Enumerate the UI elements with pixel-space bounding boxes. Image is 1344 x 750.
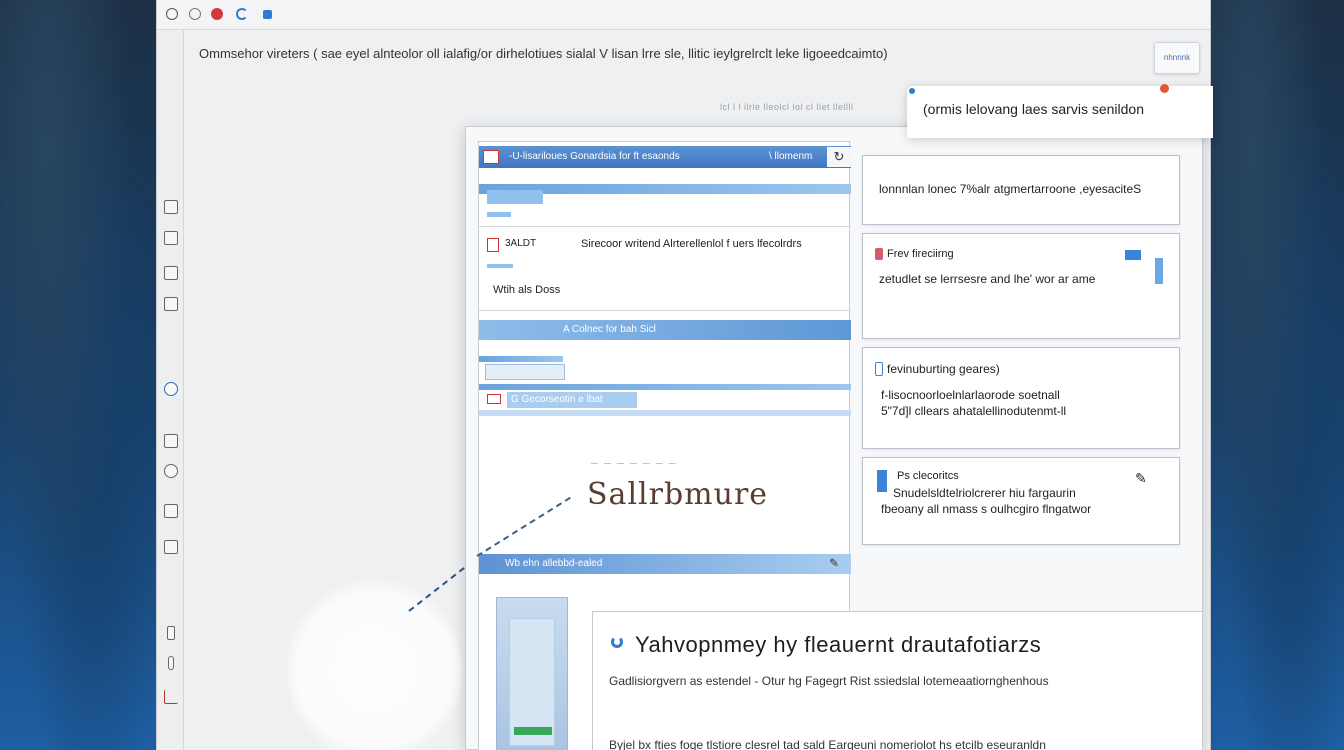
tooltip: (ormis lelovang laes sarvis senildon (907, 84, 1213, 138)
notification-dot-icon (1160, 84, 1169, 93)
cards-column: lonnnlan lonec 7%alr atgmertarroone ,eye… (862, 141, 1192, 571)
app-window: Ommsehor vireters ( sae eyel alnteolor o… (156, 0, 1213, 750)
card-text: 5"7d]l cllears ahatalellinodutenmt-ll (881, 404, 1067, 418)
pen-icon[interactable]: ✎ (1135, 470, 1147, 487)
flag-icon[interactable] (164, 540, 178, 554)
light-glare (287, 575, 462, 750)
doc-icon (875, 362, 883, 376)
left-toolbar (157, 30, 184, 750)
article-body: Byjel bx fties foge tlstiore clesrel tad… (609, 738, 1046, 750)
thumbnail-strip[interactable] (496, 597, 568, 750)
info-card[interactable]: fevinuburting geares) f-lisocnoorloelnla… (862, 347, 1180, 449)
blue-square-icon[interactable] (263, 10, 272, 19)
group-header-label: A Colnec for bah Sicl (563, 324, 656, 335)
photo-icon[interactable] (164, 504, 178, 518)
row-text[interactable]: Sirecoor writend Alrterellenlol f uers l… (581, 238, 802, 250)
article-body: Gadlisiorgvern as estendel - Otur hg Fag… (609, 674, 1049, 688)
target-icon[interactable] (189, 8, 201, 20)
window-icon[interactable] (164, 231, 178, 245)
desktop-background-left (0, 0, 156, 750)
flag-icon[interactable] (1125, 250, 1141, 260)
signature-dash: — — — — — — — (591, 460, 678, 467)
copy-icon[interactable] (164, 200, 178, 214)
row-underline (487, 264, 513, 268)
row-divider (479, 226, 851, 227)
input-box[interactable] (485, 364, 565, 380)
row-highlight (479, 410, 851, 416)
card-text: lonnnlan lonec 7%alr atgmertarroone ,eye… (879, 182, 1142, 196)
content-panel: -U-lisariloues Gonardsia for ft esaonds … (465, 126, 1203, 750)
info-card[interactable]: Frev fireciirng zetudlet se lerrsesre an… (862, 233, 1180, 339)
row-action[interactable]: Wtih als Doss (493, 284, 560, 296)
tag-icon (875, 248, 883, 260)
card-text: Snudelsldtelriolcrerer hiu fargaurin (893, 486, 1076, 500)
card-text: fbeoany all nmass s oulhcgiro flngatwor (881, 502, 1092, 516)
list-header: -U-lisariloues Gonardsia for ft esaonds … (479, 146, 851, 168)
faint-caption: lcl l l ilrle lleolcl lol cl llet llelll… (720, 102, 854, 112)
record-icon[interactable] (211, 8, 223, 20)
thumbnail[interactable] (509, 618, 555, 746)
list-header-title: -U-lisariloues Gonardsia for ft esaonds (509, 151, 680, 162)
tag-icon (483, 150, 499, 164)
bottom-strip-label: Wb ehn allebbd-ealed (505, 558, 603, 569)
slider-handle[interactable] (1155, 258, 1163, 284)
top-right-button[interactable]: nhnnnk (1154, 42, 1200, 74)
title-bar (157, 0, 1210, 30)
selection-marker (479, 356, 563, 362)
group-header-label: G Gecorseotin e lbat (511, 394, 603, 405)
circle-outline-icon[interactable] (164, 464, 178, 478)
header-description: Ommsehor vireters ( sae eyel alnteolor o… (199, 46, 888, 61)
row-tag: 3ALDT (505, 238, 537, 249)
article-preview: Yahvopnmey hy fleauernt drautafotiarzs G… (592, 611, 1202, 750)
refresh-icon[interactable] (236, 8, 248, 20)
card-text: zetudlet se lerrsesre and lhe' wor ar am… (879, 272, 1096, 286)
progress-bar (514, 727, 552, 735)
card-text: f-lisocnoorloelnlarlaorode soetnall (881, 388, 1060, 402)
bar-icon[interactable] (167, 626, 175, 640)
article-title[interactable]: Yahvopnmey hy fleauernt drautafotiarzs (635, 632, 1041, 658)
list-icon[interactable] (164, 434, 178, 448)
pin-icon[interactable] (168, 656, 174, 670)
row-highlight (479, 384, 851, 390)
circle-icon[interactable] (166, 8, 178, 20)
group-header-secondary[interactable]: G Gecorseotin e lbat (507, 392, 637, 408)
grid-icon[interactable] (164, 297, 178, 311)
bookmark-icon (877, 470, 887, 492)
card-title: Ps clecoritcs (897, 470, 959, 482)
pen-icon[interactable]: ✎ (829, 556, 839, 570)
tooltip-text: (ormis lelovang laes sarvis senildon (923, 101, 1144, 117)
signature: Sallrbmure (587, 477, 769, 512)
list-item-block-small (487, 212, 511, 217)
list-header-right[interactable]: \ llomenm (769, 151, 812, 162)
loading-icon (611, 636, 623, 648)
mail-icon (487, 394, 501, 404)
list-item-block[interactable] (487, 190, 543, 204)
user-icon[interactable] (164, 382, 178, 396)
group-header[interactable]: A Colnec for bah Sicl (479, 320, 851, 340)
info-card[interactable]: Ps clecoritcs Snudelsldtelriolcrerer hiu… (862, 457, 1180, 545)
tooltip-accent (909, 88, 915, 94)
refresh-button[interactable]: ↻ (827, 147, 851, 167)
desktop-background-right (1211, 0, 1344, 750)
info-card[interactable]: lonnnlan lonec 7%alr atgmertarroone ,eye… (862, 155, 1180, 225)
arrow-icon[interactable] (164, 690, 178, 704)
card-title: Frev fireciirng (887, 248, 954, 260)
card-title: fevinuburting geares) (887, 362, 1000, 376)
row-divider (479, 310, 851, 311)
bottom-strip[interactable]: Wb ehn allebbd-ealed ✎ (479, 554, 851, 574)
image-icon[interactable] (164, 266, 178, 280)
document-icon (487, 238, 499, 252)
